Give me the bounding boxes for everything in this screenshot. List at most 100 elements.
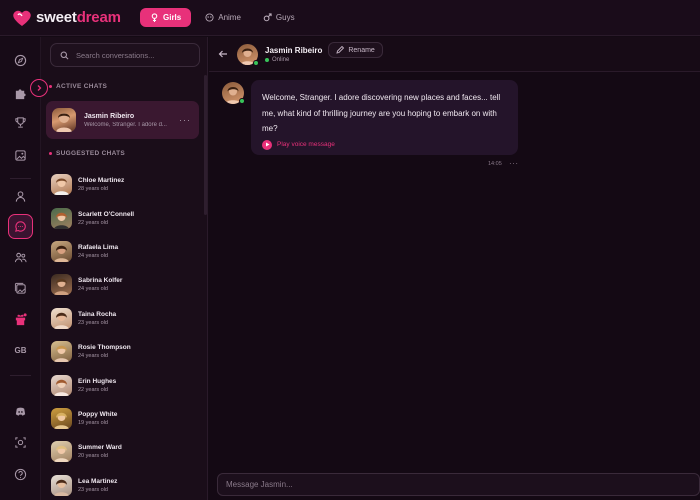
status-dot	[265, 57, 269, 62]
tab-label: Guys	[275, 13, 295, 22]
list-item[interactable]: Sabrina Kolfer 24 years old	[51, 268, 201, 301]
list-item[interactable]: Poppy White 19 years old	[51, 402, 201, 435]
active-chat-item[interactable]: Jasmin Ribeiro Welcome, Stranger. I ador…	[46, 101, 199, 139]
list-item[interactable]: Chloe Martinez 28 years old	[51, 168, 201, 201]
back-button[interactable]	[218, 47, 232, 61]
list-item[interactable]: Erin Hughes 22 years old	[51, 368, 201, 401]
chat-name: Rosie Thompson	[78, 344, 131, 352]
avatar	[51, 174, 72, 196]
tab-label: Girls	[163, 13, 182, 22]
chat-age: 23 years old	[78, 319, 108, 326]
chat-name: Lea Martinez	[78, 477, 118, 485]
tab-girls[interactable]: Girls	[140, 8, 192, 27]
online-indicator	[239, 98, 245, 104]
chat-name: Jasmin Ribeiro	[84, 112, 135, 120]
chat-age: 24 years old	[78, 286, 108, 293]
chat-age: 22 years old	[78, 386, 108, 393]
section-label-text: ACTIVE CHATS	[56, 83, 108, 90]
list-item[interactable]: Summer Ward 20 years old	[51, 435, 201, 468]
chat-name: Sabrina Kolfer	[78, 277, 123, 285]
puzzle-icon[interactable]	[8, 81, 33, 106]
chat-header-info: Jasmin Ribeiro Online	[265, 46, 322, 63]
avatar	[52, 108, 76, 132]
camera-icon[interactable]	[8, 430, 33, 455]
gift-icon[interactable]	[8, 307, 33, 332]
chat-age: 24 years old	[78, 353, 108, 360]
avatar	[51, 341, 72, 363]
voice-label: Play voice message	[277, 141, 335, 148]
trophy-icon[interactable]	[8, 110, 33, 135]
sidebar-scrollbar[interactable]	[204, 75, 207, 215]
avatar	[51, 274, 72, 296]
status-label: Online	[272, 56, 290, 63]
online-indicator	[253, 59, 259, 66]
message-timestamp: 14:05	[488, 161, 502, 167]
avatar	[51, 441, 72, 463]
avatar	[51, 240, 72, 262]
avatar	[51, 307, 72, 329]
tab-guys[interactable]: Guys	[255, 9, 303, 26]
chat-name: Erin Hughes	[78, 377, 117, 385]
contact-name: Jasmin Ribeiro	[265, 45, 323, 55]
avatar[interactable]	[237, 43, 259, 66]
chat-name: Poppy White	[78, 410, 118, 418]
top-bar: sweetdream Girls Anime Guys	[0, 0, 700, 36]
chat-icon[interactable]	[8, 214, 33, 239]
category-nav: Girls Anime Guys	[140, 8, 303, 27]
chevron-right-icon	[37, 85, 42, 91]
male-icon	[263, 13, 272, 22]
language-selector[interactable]: GB	[8, 338, 33, 363]
list-item[interactable]: Rafaela Lima 24 years old	[51, 235, 201, 268]
message-options-icon[interactable]: ···	[509, 159, 519, 168]
avatar	[51, 407, 72, 429]
list-item[interactable]: Rosie Thompson 24 years old	[51, 335, 201, 368]
chat-name: Taina Rocha	[78, 310, 117, 318]
chat-age: 19 years old	[78, 419, 108, 426]
message-area: Welcome, Stranger. I adore discovering n…	[209, 72, 700, 500]
section-label-text: SUGGESTED CHATS	[56, 150, 126, 157]
chat-name: Chloe Martinez	[78, 177, 125, 185]
heart-logo-icon	[12, 9, 32, 27]
discord-icon[interactable]	[8, 399, 33, 424]
tab-label: Anime	[218, 13, 241, 22]
chat-age: 20 years old	[78, 453, 108, 460]
female-icon	[151, 13, 158, 22]
chat-preview: Welcome, Stranger. I adore d...	[84, 121, 167, 128]
list-item[interactable]: Lea Martinez 23 years old	[51, 469, 201, 500]
suggested-chats-heading: SUGGESTED CHATS	[49, 150, 125, 157]
logo[interactable]: sweetdream	[12, 9, 140, 27]
search-icon	[60, 51, 69, 59]
message-input[interactable]	[226, 480, 686, 489]
pencil-icon	[336, 46, 345, 54]
collapse-sidebar-button[interactable]	[30, 79, 48, 97]
chat-name: Rafaela Lima	[78, 243, 119, 251]
message-composer	[217, 473, 700, 496]
help-icon[interactable]	[8, 462, 33, 487]
play-voice-button[interactable]: Play voice message	[262, 139, 507, 150]
gallery-icon[interactable]	[8, 143, 33, 168]
rename-label: Rename	[348, 46, 375, 54]
status-text: Online	[265, 57, 322, 63]
brand-name: sweetdream	[36, 9, 121, 26]
rail-divider	[10, 178, 31, 179]
suggested-chat-list: Chloe Martinez 28 years old Scarlett O'Co…	[51, 168, 201, 500]
anime-icon	[205, 13, 214, 22]
avatar	[51, 474, 72, 496]
user-icon[interactable]	[8, 184, 33, 209]
list-item[interactable]: Scarlett O'Connell 22 years old	[51, 201, 201, 234]
rename-button[interactable]: Rename	[328, 42, 383, 58]
more-options-icon[interactable]: ···	[179, 115, 191, 125]
conversation-sidebar: ACTIVE CHATS Jasmin Ribeiro Welcome, Str…	[41, 37, 208, 500]
tab-anime[interactable]: Anime	[197, 9, 249, 26]
list-item[interactable]: Taina Rocha 23 years old	[51, 302, 201, 335]
chat-name: Scarlett O'Connell	[78, 210, 135, 218]
users-icon[interactable]	[8, 245, 33, 270]
rail-divider	[10, 375, 31, 376]
active-chats-heading: ACTIVE CHATS	[49, 83, 107, 90]
avatar	[51, 207, 72, 229]
search-input[interactable]	[76, 50, 196, 60]
search-box	[50, 43, 200, 67]
avatar	[222, 82, 245, 104]
images-icon[interactable]	[8, 276, 33, 301]
explore-icon[interactable]	[8, 48, 33, 73]
